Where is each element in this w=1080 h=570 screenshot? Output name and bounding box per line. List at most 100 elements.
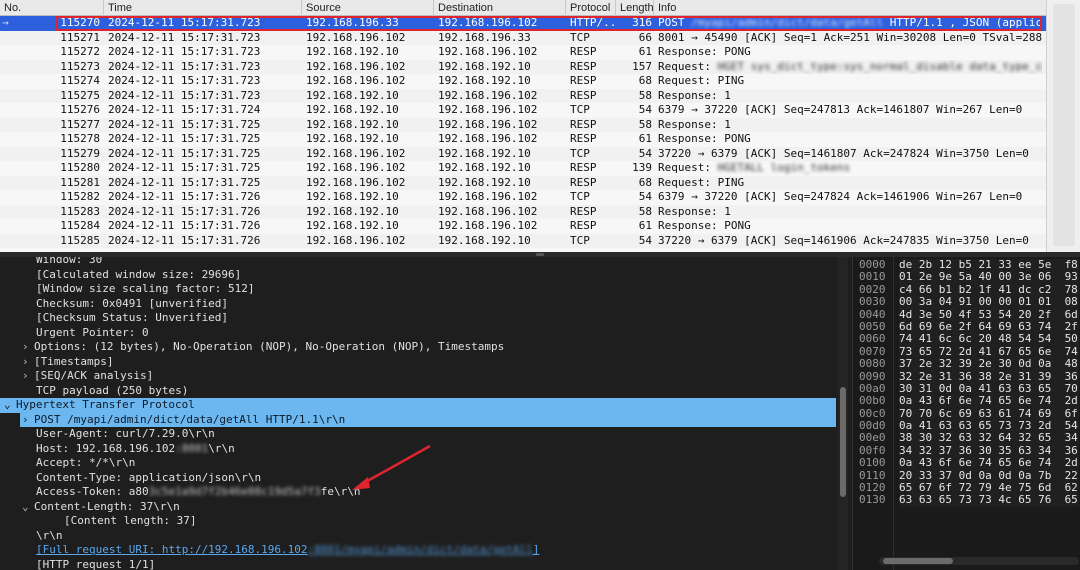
collapse-chevron-icon[interactable]: ⌄ — [4, 398, 16, 413]
packet-row[interactable]: 115274 2024-12-11 15:17:31.723 192.168.196… — [0, 74, 1046, 89]
hex-line[interactable]: 38 30 32 63 32 64 32 65 34 6 — [899, 432, 1079, 445]
tree-item[interactable]: Checksum: 0x0491 [unverified] — [0, 297, 228, 312]
packet-row[interactable]: → 115270 2024-12-11 15:17:31.723 192.168.19… — [0, 16, 1046, 31]
tree-item-selected[interactable]: › POST /myapi/admin/dict/data/getAll HTTP… — [20, 412, 836, 428]
packet-row[interactable]: 115276 2024-12-11 15:17:31.724 192.168.192… — [0, 103, 1046, 118]
hex-line[interactable]: 0a 43 6f 6e 74 65 6e 74 2d 4 — [899, 456, 1079, 469]
tree-item[interactable]: ⌄ Content-Length: 37\r\n — [0, 500, 180, 515]
packet-row[interactable]: 115271 2024-12-11 15:17:31.723 192.168.196… — [0, 30, 1046, 45]
packet-protocol: RESP — [570, 175, 597, 189]
packet-row[interactable]: 115273 2024-12-11 15:17:31.723 192.168.196… — [0, 59, 1046, 74]
packet-row[interactable]: 115277 2024-12-11 15:17:31.725 192.168.192… — [0, 117, 1046, 132]
tree-item[interactable]: [Checksum Status: Unverified] — [0, 311, 228, 326]
hex-line[interactable]: 0a 43 6f 6e 74 65 6e 74 2d 5 — [899, 394, 1079, 407]
packet-row[interactable]: 115285 2024-12-11 15:17:31.726 192.168.196… — [0, 233, 1046, 248]
column-header-source[interactable]: Source — [302, 0, 434, 16]
tree-item[interactable]: Accept: */*\r\n — [0, 456, 135, 471]
tree-item[interactable]: User-Agent: curl/7.29.0\r\n — [0, 427, 215, 442]
tree-item[interactable]: TCP payload (250 bytes) — [0, 384, 188, 399]
expand-chevron-icon[interactable]: › — [22, 355, 34, 370]
byte-hex-dump[interactable]: de 2b 12 b5 21 33 ee 5e f8 6 01 2e 9e 5a … — [899, 258, 1079, 507]
packet-row[interactable]: 115280 2024-12-11 15:17:31.725 192.168.196… — [0, 161, 1046, 176]
packet-time: 2024-12-11 15:17:31.723 — [108, 74, 261, 87]
packet-source: 192.168.196.102 — [306, 30, 406, 44]
tree-item[interactable]: [HTTP request 1/1] — [0, 558, 155, 570]
packet-protocol: RESP — [570, 74, 597, 87]
packet-bytes-pane[interactable]: 0000 0010 0020 0030 0040 0050 0060 0070 0080 0090… — [852, 257, 1080, 570]
tree-item[interactable]: › [SEQ/ACK analysis] — [0, 369, 153, 384]
scrollbar-thumb[interactable] — [883, 558, 953, 564]
tree-item[interactable]: Host: 192.168.196.102:8001\r\n — [0, 442, 235, 457]
annotation-arrow — [352, 444, 431, 490]
column-header-destination[interactable]: Destination — [434, 0, 566, 16]
column-header-length[interactable]: Length — [616, 0, 654, 16]
hex-line[interactable]: 01 2e 9e 5a 40 00 3e 06 93 9 — [899, 270, 1079, 283]
tree-item[interactable]: \r\n — [0, 529, 63, 544]
column-header-info[interactable]: Info — [654, 0, 1046, 16]
tree-item[interactable]: Window: 30 — [0, 257, 102, 268]
hex-line[interactable]: 00 3a 04 91 00 00 01 01 08 0 — [899, 295, 1079, 308]
tree-item[interactable]: Urgent Pointer: 0 — [0, 326, 149, 341]
packet-number: 115277 — [60, 117, 100, 131]
packet-info: Response: PONG — [658, 45, 751, 58]
packet-row[interactable]: 115278 2024-12-11 15:17:31.725 192.168.192… — [0, 132, 1046, 147]
packet-row[interactable]: 115279 2024-12-11 15:17:31.725 192.168.196… — [0, 146, 1046, 161]
packet-source: 192.168.196.33 — [306, 16, 399, 29]
tree-item-text: Accept: */*\r\n — [36, 456, 136, 469]
packet-protocol: RESP — [570, 45, 597, 58]
scrollbar-thumb[interactable] — [1053, 4, 1075, 246]
tree-item-text: Content-Length: 37\r\n — [34, 499, 180, 513]
bytes-horizontal-scrollbar[interactable] — [879, 557, 1079, 565]
packet-length: 54 — [638, 103, 652, 116]
tree-item[interactable]: [Full request URI: http://192.168.196.10… — [0, 543, 539, 558]
tree-item[interactable]: [Content length: 37] — [0, 514, 196, 529]
packet-row[interactable]: 115282 2024-12-11 15:17:31.726 192.168.192… — [0, 190, 1046, 205]
tree-item[interactable]: [Calculated window size: 29696] — [0, 268, 241, 283]
tree-item-text: Urgent Pointer: 0 — [36, 325, 149, 339]
packet-row[interactable]: 115283 2024-12-11 15:17:31.726 192.168.192… — [0, 204, 1046, 219]
expand-chevron-icon[interactable]: › — [22, 413, 34, 428]
collapse-chevron-icon[interactable]: ⌄ — [22, 500, 34, 515]
packet-row[interactable]: 115284 2024-12-11 15:17:31.726 192.168.192… — [0, 219, 1046, 234]
hex-line[interactable]: 74 41 6c 6c 20 48 54 54 50 2 — [899, 332, 1079, 345]
tree-item[interactable]: [Window size scaling factor: 512] — [0, 282, 255, 297]
scrollbar-thumb[interactable] — [840, 387, 846, 497]
packet-destination: 192.168.196.102 — [438, 219, 538, 232]
tree-item[interactable]: › Options: (12 bytes), No-Operation (NOP)… — [0, 340, 504, 355]
tree-item-selected[interactable]: ⌄ Hypertext Transfer Protocol — [0, 398, 836, 413]
tree-item[interactable]: Content-Type: application/json\r\n — [0, 471, 261, 486]
column-header-time[interactable]: Time — [104, 0, 302, 16]
packet-row[interactable]: 115281 2024-12-11 15:17:31.725 192.168.196… — [0, 175, 1046, 190]
column-header-no[interactable]: No. — [0, 0, 104, 16]
tree-item[interactable]: › [Timestamps] — [0, 355, 113, 370]
packet-destination: 192.168.196.102 — [438, 45, 538, 58]
packet-row[interactable]: 115272 2024-12-11 15:17:31.723 192.168.192… — [0, 45, 1046, 60]
expand-chevron-icon[interactable]: › — [22, 340, 34, 355]
packet-row[interactable]: 115275 2024-12-11 15:17:31.723 192.168.192… — [0, 88, 1046, 103]
packet-length: 316 — [632, 16, 652, 29]
byte-offset: 00e0 — [859, 431, 886, 445]
packet-source: 192.168.196.102 — [306, 146, 406, 160]
hex-line[interactable]: 63 63 65 73 73 4c 65 76 65 6 — [899, 494, 1079, 507]
packet-time: 2024-12-11 15:17:31.725 — [108, 175, 261, 189]
redacted-info: HGET sys_dict_type:sys_normal_disable da… — [717, 59, 1042, 73]
packet-protocol: RESP — [570, 161, 597, 174]
tree-item-text: [Full request URI: http://192.168.196.10… — [36, 543, 308, 556]
packet-number: 115285 — [60, 233, 100, 247]
splitter-grip[interactable] — [536, 253, 544, 256]
hex-line[interactable]: 37 2e 32 39 2e 30 0d 0a 48 6 — [899, 357, 1079, 370]
arrow-shaft — [361, 444, 431, 486]
column-header-protocol[interactable]: Protocol — [566, 0, 616, 16]
packet-length: 58 — [638, 88, 652, 102]
expand-chevron-icon[interactable]: › — [22, 369, 34, 384]
bytes-divider — [893, 257, 894, 570]
packet-list[interactable]: No. Time Source Destination Protocol Len… — [0, 0, 1080, 252]
tree-item-text: Hypertext Transfer Protocol — [16, 398, 195, 411]
details-scrollbar[interactable] — [838, 257, 848, 570]
packet-destination: 192.168.196.33 — [438, 30, 531, 44]
packet-list-scrollbar[interactable] — [1046, 0, 1080, 252]
packet-number: 115275 — [60, 88, 100, 102]
packet-details-pane[interactable]: Window: 30 [Calculated window size: 29696… — [0, 257, 852, 570]
packet-time: 2024-12-11 15:17:31.723 — [108, 88, 261, 102]
tree-item[interactable]: Access-Token: a803c5e1a9d7f2b46e08c19d5a… — [0, 485, 361, 500]
